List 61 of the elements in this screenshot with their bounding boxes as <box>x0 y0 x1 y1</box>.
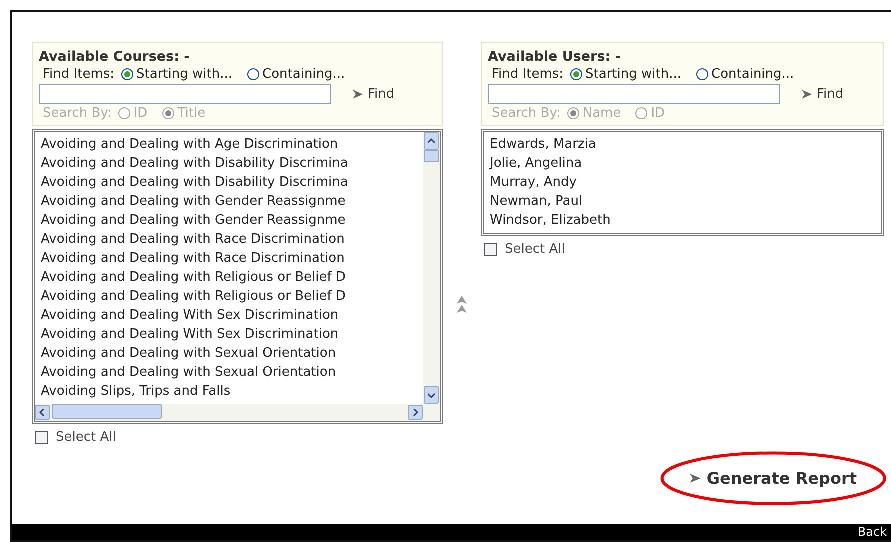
double-up-arrow-icon[interactable] <box>457 296 467 314</box>
panel-title: Available Users: - <box>488 49 622 65</box>
find-items-label: Find Items: <box>43 67 115 82</box>
select-all-label: Select All <box>56 430 116 445</box>
list-item[interactable]: Avoiding and Dealing with Sexual Orientation <box>41 363 417 382</box>
list-item[interactable]: Avoiding and Dealing with Gender Reassignme <box>41 211 417 230</box>
list-item[interactable]: Avoiding and Dealing with Age Discrimination <box>41 135 417 154</box>
radio-label: ID <box>134 106 148 121</box>
radio-button[interactable] <box>120 68 134 81</box>
radio-label: Containing... <box>712 67 794 82</box>
radio-label: Title <box>178 106 206 121</box>
radio-label: Name <box>582 106 622 121</box>
find-button[interactable]: Find <box>802 86 844 102</box>
list-item[interactable]: Avoiding and Dealing with Religious or Belief D <box>41 268 417 287</box>
list-item[interactable]: Avoiding and Dealing with Race Discrimination <box>41 249 417 268</box>
find-button[interactable]: Find <box>353 86 395 102</box>
chevron-left-icon <box>39 409 46 416</box>
checkbox[interactable] <box>484 243 497 256</box>
radio-label: Containing... <box>262 67 346 82</box>
find-items-label: Find Items: <box>492 67 564 82</box>
list-item[interactable]: Jolie, Angelina <box>490 154 875 173</box>
back-link[interactable]: Back <box>858 524 887 540</box>
scroll-thumb[interactable] <box>52 404 162 419</box>
radio-button[interactable] <box>570 68 583 81</box>
list-item[interactable]: Avoiding and Dealing with Race Discrimination <box>41 230 417 249</box>
panel-title: Available Courses: - <box>39 49 191 65</box>
chevron-right-icon <box>412 409 419 416</box>
list-item[interactable]: Avoiding and Dealing With Sex Discrimination <box>41 325 417 344</box>
radio-label: Starting with... <box>136 67 232 82</box>
list-item[interactable]: Newman, Paul <box>490 192 875 211</box>
list-box[interactable]: Edwards, Marzia Jolie, Angelina Murray, Andy Newman, Paul Windsor, Elizabeth <box>481 129 884 236</box>
list-item[interactable]: Avoiding and Dealing with Gender Reassignme <box>41 192 417 211</box>
radio-label: Starting with... <box>586 67 682 82</box>
list-item[interactable]: Avoiding Slips, Trips and Falls <box>41 382 417 401</box>
scroll-thumb[interactable] <box>424 150 439 162</box>
select-all-label: Select All <box>505 242 566 257</box>
generate-report-button[interactable]: Generate Report <box>686 463 861 494</box>
chevron-up-icon <box>428 138 435 144</box>
list-item[interactable]: Windsor, Elizabeth <box>490 211 875 230</box>
arrow-icon <box>690 474 701 483</box>
chevron-down-icon <box>428 392 435 398</box>
arrow-icon <box>802 90 812 98</box>
arrow-icon <box>353 90 363 98</box>
radio-button[interactable] <box>696 68 708 81</box>
search-field[interactable] <box>488 84 780 104</box>
list-item[interactable]: Avoiding and Dealing with Disability Discrimina <box>41 154 417 173</box>
list-item[interactable]: Avoiding and Dealing With Sex Discrimination <box>41 306 417 325</box>
list-item[interactable]: Avoiding and Dealing with Sexual Orientation <box>41 344 417 363</box>
radio-label: ID <box>651 106 666 121</box>
vertical-scrollbar[interactable] <box>423 132 440 421</box>
radio-button[interactable] <box>246 68 260 81</box>
list-item[interactable]: Avoiding and Dealing with Disability Discrimina <box>41 173 417 192</box>
horizontal-scrollbar[interactable] <box>35 404 423 421</box>
list-item[interactable]: Edwards, Marzia <box>490 135 875 154</box>
list-item[interactable]: Avoiding and Dealing with Religious or Belief D <box>41 287 417 306</box>
list-box[interactable] <box>32 129 443 424</box>
search-by-label: Search By: <box>492 106 561 121</box>
checkbox[interactable] <box>35 431 48 444</box>
list-item[interactable]: Murray, Andy <box>490 173 875 192</box>
search-by-label: Search By: <box>43 106 112 121</box>
search-field[interactable] <box>39 84 331 104</box>
